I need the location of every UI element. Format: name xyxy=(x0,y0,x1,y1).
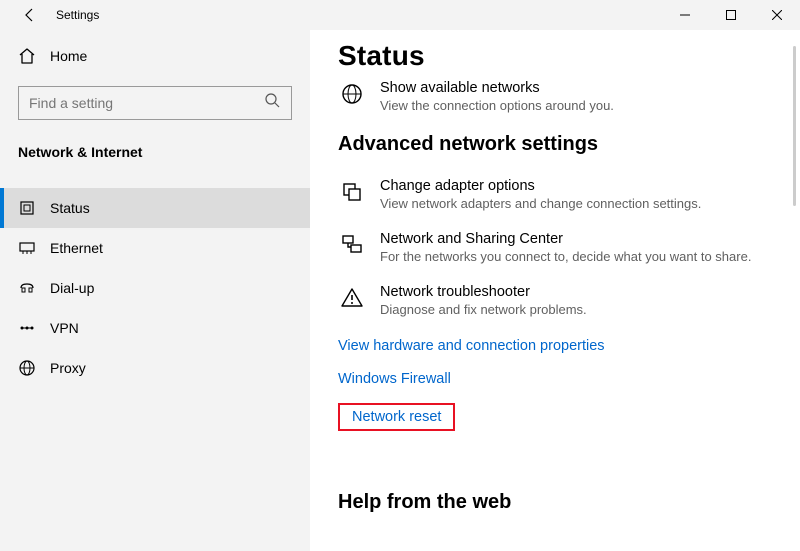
sidebar-item-status[interactable]: Status xyxy=(0,188,310,228)
help-heading: Help from the web xyxy=(338,491,800,514)
status-icon xyxy=(18,199,36,217)
item-subtitle: View network adapters and change connect… xyxy=(380,196,701,211)
proxy-icon xyxy=(18,359,36,377)
item-subtitle: For the networks you connect to, decide … xyxy=(380,249,751,264)
sidebar-item-home[interactable]: Home xyxy=(0,36,310,76)
troubleshooter-item[interactable]: Network troubleshooter Diagnose and fix … xyxy=(338,284,800,317)
advanced-heading: Advanced network settings xyxy=(338,133,800,156)
item-title: Network and Sharing Center xyxy=(380,231,751,247)
sidebar-item-label: Proxy xyxy=(50,360,86,376)
globe-icon xyxy=(338,80,366,113)
sidebar-item-label: Status xyxy=(50,200,90,216)
search-input[interactable] xyxy=(18,86,292,120)
item-subtitle: View the connection options around you. xyxy=(380,98,614,113)
maximize-button[interactable] xyxy=(708,0,754,30)
titlebar: Settings xyxy=(0,0,800,30)
minimize-icon xyxy=(680,10,690,20)
item-title: Show available networks xyxy=(380,80,614,96)
sharing-center-item[interactable]: Network and Sharing Center For the netwo… xyxy=(338,231,800,264)
main-content: Status Show available networks View the … xyxy=(310,30,800,551)
windows-firewall-link[interactable]: Windows Firewall xyxy=(338,371,451,387)
home-icon xyxy=(18,47,36,65)
sidebar-item-vpn[interactable]: VPN xyxy=(0,308,310,348)
hardware-properties-link[interactable]: View hardware and connection properties xyxy=(338,338,605,354)
ethernet-icon xyxy=(18,239,36,257)
home-label: Home xyxy=(50,48,87,64)
warning-icon xyxy=(338,284,366,317)
page-title: Status xyxy=(338,40,800,72)
sidebar-item-ethernet[interactable]: Ethernet xyxy=(0,228,310,268)
window-title: Settings xyxy=(56,8,99,22)
adapter-icon xyxy=(338,178,366,211)
sidebar-item-label: Ethernet xyxy=(50,240,103,256)
close-button[interactable] xyxy=(754,0,800,30)
sidebar-item-proxy[interactable]: Proxy xyxy=(0,348,310,388)
search-container xyxy=(18,86,292,120)
sidebar: Home Network & Internet Status xyxy=(0,30,310,551)
maximize-icon xyxy=(726,10,736,20)
show-networks-item[interactable]: Show available networks View the connect… xyxy=(338,80,800,113)
item-title: Change adapter options xyxy=(380,178,701,194)
scrollbar[interactable] xyxy=(793,46,796,206)
item-subtitle: Diagnose and fix network problems. xyxy=(380,302,587,317)
item-title: Network troubleshooter xyxy=(380,284,587,300)
adapter-options-item[interactable]: Change adapter options View network adap… xyxy=(338,178,800,211)
sidebar-item-dialup[interactable]: Dial-up xyxy=(0,268,310,308)
minimize-button[interactable] xyxy=(662,0,708,30)
network-reset-link[interactable]: Network reset xyxy=(338,403,455,431)
sidebar-item-label: VPN xyxy=(50,320,79,336)
dialup-icon xyxy=(18,279,36,297)
sidebar-item-label: Dial-up xyxy=(50,280,94,296)
sharing-icon xyxy=(338,231,366,264)
back-button[interactable] xyxy=(18,3,42,27)
sidebar-category: Network & Internet xyxy=(18,144,310,160)
vpn-icon xyxy=(18,319,36,337)
close-icon xyxy=(772,10,782,20)
